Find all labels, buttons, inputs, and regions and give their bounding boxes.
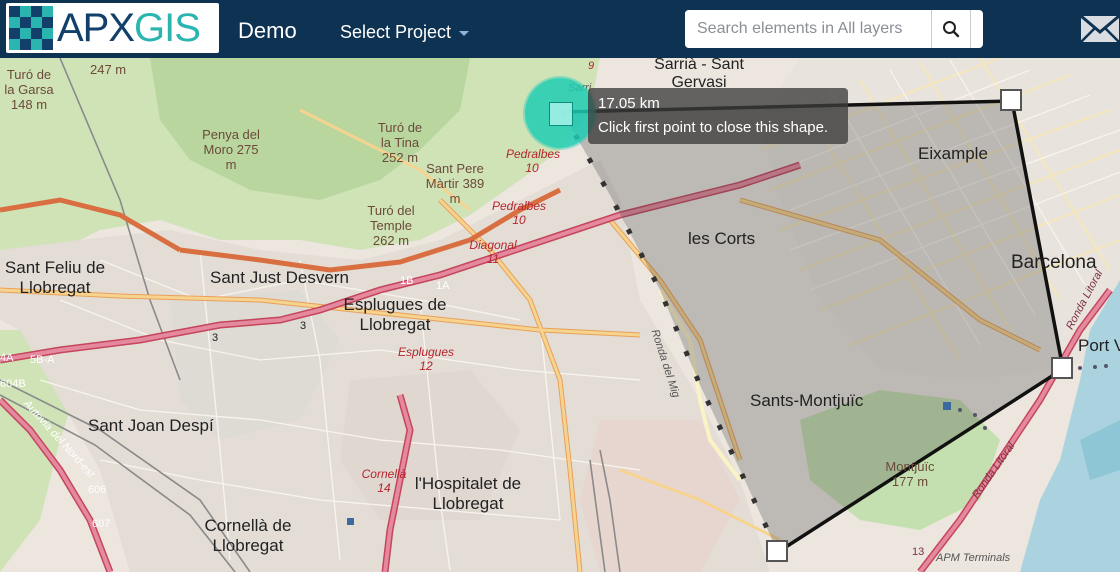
map-label-247m: 247 m xyxy=(90,62,127,77)
logo-text-apx: APX xyxy=(57,6,135,50)
map-label-pedralbes-2: Pedralbes 10 xyxy=(491,199,547,227)
logo-text: APXGIS xyxy=(57,6,201,50)
map-label-road-607: 607 xyxy=(92,518,111,530)
map-label-turo-tina: Turó de la Tina 252 m xyxy=(377,120,423,165)
map-label-esplugues-road: Esplugues 12 xyxy=(397,345,455,373)
map-label-turo-garsa: Turó de la Garsa 148 m xyxy=(4,67,54,112)
map-label-road-3a: 3 xyxy=(300,320,307,332)
search-button[interactable] xyxy=(931,10,970,48)
draw-tooltip: 17.05 km Click first point to close this… xyxy=(588,88,848,144)
map-label-penya-moro: Penya del Moro 275 m xyxy=(202,127,260,172)
search-input[interactable] xyxy=(685,10,931,48)
search-icon xyxy=(943,21,960,38)
map-label-sant-feliu-text: Sant Feliu de Llobregat xyxy=(4,258,106,297)
map-label-road-5b-a: 5B-A xyxy=(30,354,55,366)
select-project-dropdown[interactable]: Select Project xyxy=(340,22,470,43)
tooltip-distance: 17.05 km xyxy=(598,95,660,112)
map-label-road-13: 13 xyxy=(912,546,925,558)
map-label-sant-joan-despi: Sant Joan Despí xyxy=(88,416,214,435)
logo-mark-icon xyxy=(9,6,53,50)
map-label-road-9: 9 xyxy=(588,60,595,72)
map-label-diagonal: Diagonal 11 xyxy=(469,238,517,266)
map-label-road-1b: 1B xyxy=(400,275,414,287)
map-label-pedralbes-1: Pedralbes 10 xyxy=(506,147,561,175)
map-label-turo-temple: Turó del Temple 262 m xyxy=(367,203,415,248)
map-label-montjuic: Montjuïc 177 m xyxy=(885,459,935,489)
map-label-apm-terminals: APM Terminals xyxy=(936,552,1011,564)
select-project-label: Select Project xyxy=(340,22,452,42)
map-label-sant-just: Sant Just Desvern xyxy=(210,268,349,287)
map-label-les-corts: les Corts xyxy=(688,229,756,248)
tooltip-hint: Click first point to close this shape. xyxy=(598,119,829,136)
top-navbar: APXGIS Demo Select Project xyxy=(0,0,1120,58)
map-label-road-4a: 4A xyxy=(0,352,14,364)
apxgis-logo[interactable]: APXGIS xyxy=(6,3,219,53)
map-label-sants-montjuic: Sants-Montjuïc xyxy=(750,391,864,410)
map-label-cornella-road: Cornellà 14 xyxy=(361,467,407,495)
logo-text-gis: GIS xyxy=(134,6,201,50)
map-label-road-604b: 604B xyxy=(0,378,26,390)
map-label-road-606: 606 xyxy=(88,484,107,496)
map-label-sant-pere-martir: Sant Pere Màrtir 389 m xyxy=(425,161,485,206)
map-label-hospitalet: l'Hospitalet de Llobregat xyxy=(414,474,522,513)
search-group xyxy=(685,10,983,48)
polygon-vertex-1[interactable] xyxy=(549,102,573,126)
polygon-first-point[interactable] xyxy=(525,78,595,148)
map-label-esplugues: Esplugues de Llobregat xyxy=(343,295,447,334)
map-label-barcelona: Barcelona xyxy=(1011,252,1097,273)
envelope-icon xyxy=(1080,14,1120,43)
mail-button[interactable] xyxy=(1080,14,1120,44)
polygon-vertex-4[interactable] xyxy=(766,540,788,562)
map-label-eixample: Eixample xyxy=(918,144,988,163)
polygon-vertex-3[interactable] xyxy=(1051,357,1073,379)
search-layer-dropdown[interactable] xyxy=(970,10,983,48)
map-label-port-v: Port V xyxy=(1078,336,1120,355)
chevron-down-icon xyxy=(459,30,470,36)
map-label-cornella: Cornellà de Llobregat xyxy=(204,516,292,555)
polygon-vertex-2[interactable] xyxy=(1000,89,1022,111)
app-title: Demo xyxy=(238,18,297,43)
map-label-road-3b: 3 xyxy=(212,332,219,344)
map-label-sant-feliu: Sant Feliu de Llobregat xyxy=(0,258,110,297)
map-label-road-1a: 1A xyxy=(436,280,450,292)
